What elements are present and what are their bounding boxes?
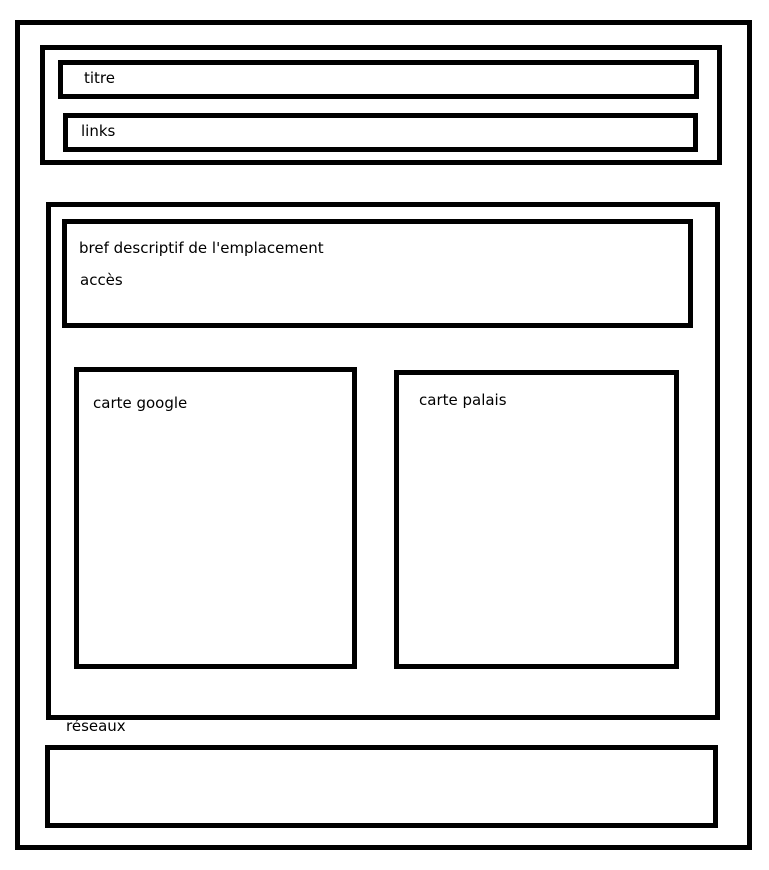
access-label: accès — [80, 271, 123, 289]
description-label: bref descriptif de l'emplacement — [79, 239, 324, 257]
networks-box — [45, 745, 718, 828]
description-box — [62, 219, 693, 328]
palace-map-box — [394, 370, 679, 669]
title-box — [58, 60, 699, 99]
links-label: links — [81, 122, 116, 140]
google-map-box — [74, 367, 357, 669]
title-label: titre — [84, 69, 115, 87]
google-map-label: carte google — [93, 394, 188, 412]
networks-label: réseaux — [66, 717, 126, 735]
links-box — [63, 113, 698, 152]
palace-map-label: carte palais — [419, 391, 507, 409]
